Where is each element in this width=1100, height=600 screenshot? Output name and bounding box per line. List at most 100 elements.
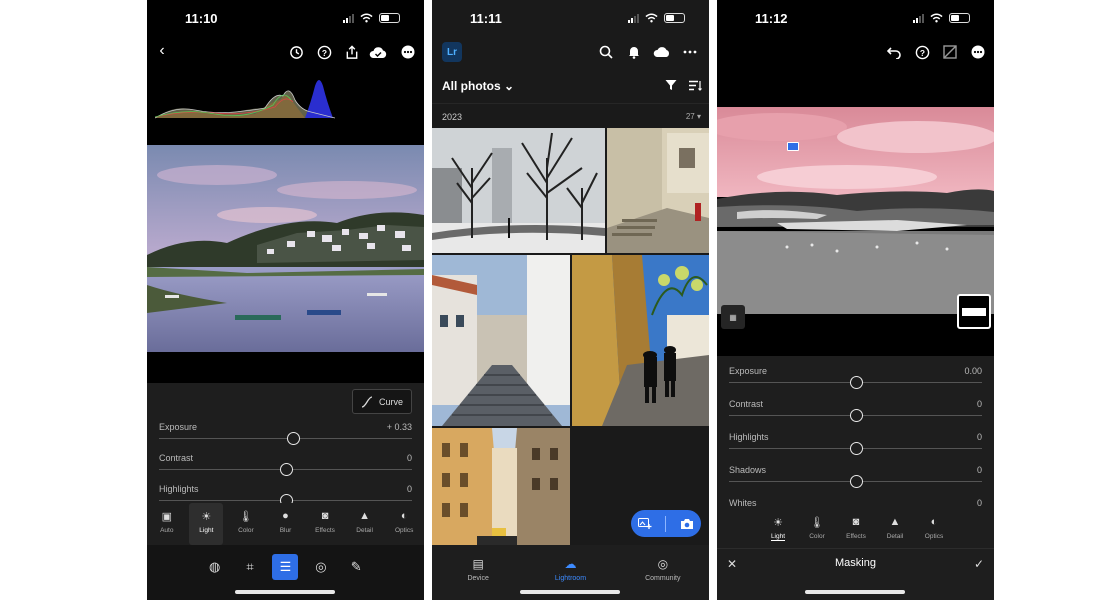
thumbnail-stairs-courtyard[interactable] [607, 128, 709, 253]
mask-pin-icon[interactable] [787, 142, 799, 151]
nav-device[interactable]: ▤ Device [443, 551, 513, 600]
tab-optics[interactable]: ◐ Optics [917, 512, 951, 548]
lightroom-cloud-icon: ☁ [564, 557, 577, 571]
slider-value: 0 [976, 399, 982, 409]
overlay-toggle-icon[interactable]: ▦ [721, 305, 745, 329]
home-indicator [235, 590, 335, 594]
whites-slider[interactable]: Whites 0 [729, 498, 982, 512]
exposure-slider[interactable]: Exposure 0.00 [729, 366, 982, 396]
home-indicator [805, 590, 905, 594]
compare-icon[interactable] [941, 43, 959, 61]
tab-effects[interactable]: ◙ Effects [839, 512, 873, 548]
presets-icon[interactable]: ◍ [202, 554, 228, 580]
tab-effects[interactable]: ◙ Effects [308, 503, 342, 545]
cloud-icon[interactable] [652, 43, 670, 61]
camera-icon[interactable] [680, 518, 694, 530]
slider-label: Exposure [729, 366, 768, 376]
slider-value: 0 [976, 432, 982, 442]
mask-adjustments-panel: Exposure 0.00 Contrast 0 Highlights 0 Sh… [717, 356, 994, 512]
masking-icon[interactable]: ◎ [308, 554, 334, 580]
cloud-sync-icon[interactable] [369, 43, 387, 61]
mask-thumbnail[interactable] [957, 294, 991, 329]
slider-thumb[interactable] [849, 442, 863, 455]
highlights-slider[interactable]: Highlights 0 [729, 432, 982, 462]
sun-icon: ☀ [773, 516, 783, 529]
undo-icon[interactable] [885, 43, 903, 61]
slider-label: Contrast [729, 399, 764, 409]
tab-color[interactable]: 🌡 Color [229, 503, 263, 545]
slider-label: Whites [729, 498, 757, 508]
nav-community[interactable]: ◎ Community [628, 551, 698, 600]
thermometer-icon: 🌡 [810, 516, 824, 529]
year-section-header[interactable]: 2023 27 ▾ [432, 103, 709, 127]
slider-thumb[interactable] [279, 463, 293, 476]
slider-value: 0 [976, 498, 982, 508]
lens-icon: ◐ [930, 516, 938, 528]
slider-value: + 0.33 [386, 422, 412, 432]
share-icon[interactable] [343, 43, 361, 61]
status-time: 11:10 [185, 11, 218, 26]
thumbnail-alley-steps[interactable] [432, 255, 570, 426]
battery-icon [379, 13, 400, 23]
tab-blur[interactable]: ● Blur [268, 503, 302, 545]
thumbnail-couple-walking[interactable] [572, 255, 709, 426]
harbor-photo [147, 145, 424, 352]
import-camera-button[interactable] [631, 510, 701, 537]
status-time: 11:12 [755, 11, 788, 26]
tab-color[interactable]: 🌡 Color [800, 512, 834, 548]
back-icon[interactable]: ‹ [153, 42, 171, 60]
curve-button[interactable]: Curve [352, 389, 412, 414]
status-bar: 11:10 [147, 0, 424, 36]
lightroom-logo: Lr [442, 42, 462, 62]
filter-icon[interactable] [662, 76, 680, 94]
thumbnail-narrow-street[interactable] [432, 428, 570, 545]
tab-detail[interactable]: ▲ Detail [878, 512, 912, 548]
help-icon[interactable]: ? [315, 43, 333, 61]
shadows-slider[interactable]: Shadows 0 [729, 465, 982, 495]
healing-brush-icon[interactable]: ✎ [343, 554, 369, 580]
slider-value: 0 [406, 484, 412, 494]
status-icons [343, 13, 400, 23]
contrast-slider[interactable]: Contrast 0 [159, 453, 412, 483]
adjust-sliders-icon[interactable]: ☰ [272, 553, 299, 580]
more-icon[interactable] [681, 43, 699, 61]
more-icon[interactable] [399, 43, 417, 61]
battery-icon [949, 13, 970, 23]
mask-edit-tabbar: ☀ Light 🌡 Color ◙ Effects ▲ Detail ◐ Optics [717, 512, 994, 548]
edit-tabbar: ▣ Auto ☀ Light 🌡 Color ● Blur ◙ Effects ▲ Deta… [147, 503, 424, 545]
bell-icon[interactable] [625, 43, 643, 61]
tab-optics[interactable]: ◐ Optics [387, 503, 421, 545]
photo-count: 27 ▾ [685, 112, 701, 121]
wifi-icon [645, 13, 658, 23]
status-icons [628, 13, 685, 23]
slider-thumb[interactable] [849, 475, 863, 488]
search-icon[interactable] [597, 43, 615, 61]
signal-icon [628, 13, 639, 23]
slider-thumb[interactable] [849, 376, 863, 389]
svg-text:?: ? [321, 47, 326, 57]
battery-icon [664, 13, 685, 23]
crop-icon[interactable]: ⌗ [237, 554, 263, 580]
more-icon[interactable] [969, 43, 987, 61]
history-icon[interactable] [287, 43, 305, 61]
sort-icon[interactable] [686, 76, 704, 94]
slider-thumb[interactable] [849, 409, 863, 422]
exposure-slider[interactable]: Exposure + 0.33 [159, 422, 412, 452]
add-photo-icon[interactable] [637, 517, 652, 530]
help-icon[interactable]: ? [913, 43, 931, 61]
tab-light[interactable]: ☀ Light [189, 503, 224, 545]
svg-text:?: ? [919, 47, 924, 57]
slider-label: Highlights [729, 432, 769, 442]
slider-thumb[interactable] [287, 432, 301, 445]
tab-auto[interactable]: ▣ Auto [150, 503, 184, 545]
lens-icon: ◐ [400, 510, 408, 522]
contrast-slider[interactable]: Contrast 0 [729, 399, 982, 429]
tab-light[interactable]: ☀ Light [761, 512, 795, 548]
confirm-icon[interactable]: ✓ [974, 557, 984, 571]
thumbnail-park-trees[interactable] [432, 128, 605, 253]
tab-detail[interactable]: ▲ Detail [348, 503, 382, 545]
histogram [155, 80, 335, 119]
album-header: All photos ⌄ [432, 67, 709, 103]
wifi-icon [930, 13, 943, 23]
album-selector[interactable]: All photos ⌄ [442, 79, 514, 93]
